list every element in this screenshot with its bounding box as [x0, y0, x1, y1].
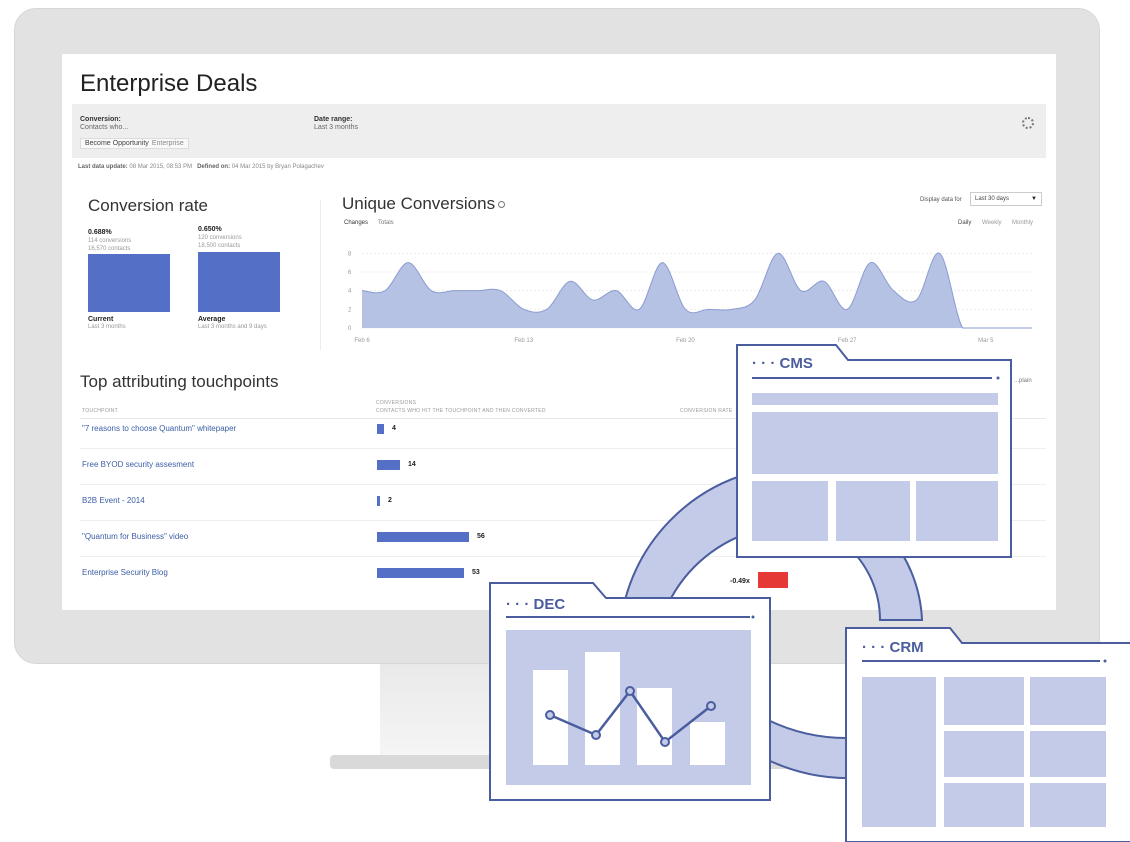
average-rate-conversions: 120 conversions: [198, 235, 242, 241]
current-rate-bar: [88, 254, 170, 312]
tab-totals[interactable]: Totals: [378, 220, 394, 226]
tab-changes[interactable]: Changes: [344, 220, 368, 226]
touchpoint-name[interactable]: "Quantum for Business" video: [82, 532, 188, 541]
touchpoint-value: 56: [477, 533, 485, 540]
page-title: Enterprise Deals: [80, 70, 258, 97]
unique-conversions-chart: 0 2 4 6 8 Feb 6 Feb 13 Feb 20 Feb 27 Mar 5: [348, 251, 1032, 344]
col-conversions-sub: CONTACTS WHO HIT THE TOUCHPOINT AND THEN…: [376, 408, 546, 414]
row-divider: [80, 556, 1046, 557]
x-tick-label: Feb 27: [838, 338, 857, 344]
last-update-label: Last data update:: [78, 164, 128, 170]
touchpoint-bar: [377, 496, 380, 506]
conversion-rate-title: Conversion rate: [88, 196, 209, 215]
y-tick-label: 0: [348, 326, 352, 332]
touchpoint-value: 14: [408, 461, 416, 468]
touchpoint-bar: [377, 460, 400, 470]
date-range-label: Date range:: [314, 116, 353, 123]
info-icon[interactable]: [498, 201, 506, 209]
defined-on-label: Defined on:: [197, 164, 231, 170]
row-divider: [80, 484, 1046, 485]
meta-line: Last data update: 08 Mar 2015, 08:53 PM …: [78, 164, 324, 170]
touchpoint-value: 2: [388, 497, 392, 504]
x-tick-label: Feb 20: [676, 338, 695, 344]
monitor-neck: [380, 664, 760, 768]
touchpoint-name[interactable]: "7 reasons to choose Quantum" whitepaper: [82, 424, 236, 433]
col-touchpoint: TOUCHPOINT: [82, 408, 118, 414]
last-update-value: 08 Mar 2015, 08:53 PM: [129, 164, 193, 170]
y-tick-label: 4: [348, 289, 352, 295]
row-divider: [80, 520, 1046, 521]
conversion-chip-sub: Enterprise: [151, 140, 184, 147]
row-divider: [80, 448, 1046, 449]
granularity-weekly[interactable]: Weekly: [982, 220, 1002, 226]
y-tick-label: 6: [348, 270, 352, 276]
conversion-sub: Contacts who...: [80, 124, 129, 131]
col-conversion-rate: CONVERSION RATE: [680, 408, 733, 414]
touchpoint-name[interactable]: Enterprise Security Blog: [82, 568, 168, 577]
date-range-value[interactable]: Last 3 months: [314, 124, 358, 131]
touchpoint-value: 53: [472, 569, 480, 576]
y-tick-label: 2: [348, 307, 352, 313]
header-rule: [80, 418, 1046, 419]
average-rate-bar: [198, 252, 280, 312]
gear-icon[interactable]: [1022, 117, 1034, 129]
section-divider: [320, 200, 321, 350]
x-tick-label: Mar 5: [978, 338, 994, 344]
granularity-daily[interactable]: Daily: [958, 220, 971, 226]
x-tick-label: Feb 6: [354, 338, 370, 344]
touchpoint-bar: [377, 532, 469, 542]
current-rate-pct: 0.688%: [88, 229, 112, 236]
unique-conversions-title: Unique Conversions: [342, 194, 506, 214]
conversion-label: Conversion:: [80, 116, 121, 123]
col-conversions: CONVERSIONS: [376, 400, 417, 406]
touchpoint-value: 4: [392, 425, 396, 432]
conversion-chip-text: Become Opportunity: [85, 140, 149, 147]
x-tick-label: Feb 13: [514, 338, 533, 344]
monitor-base: [330, 755, 810, 769]
display-range-value: Last 30 days: [975, 196, 1010, 202]
dashboard-screen: Enterprise Deals Conversion: Contacts wh…: [62, 54, 1056, 610]
average-rate-pct: 0.650%: [198, 226, 222, 233]
touchpoint-bar: [377, 424, 384, 434]
touchpoint-name[interactable]: Free BYOD security assesment: [82, 460, 194, 469]
current-rate-contacts: 16,570 contacts: [88, 246, 131, 252]
unique-conversions-title-text: Unique Conversions: [342, 194, 496, 213]
y-tick-label: 8: [348, 251, 352, 257]
touchpoints-corner-label[interactable]: ...plain: [1014, 378, 1032, 384]
defined-on-value: 04 Mar 2015 by Bryan Polagachev: [231, 164, 324, 170]
average-label: Average: [198, 316, 226, 323]
display-range-select[interactable]: Last 30 days ▼: [970, 192, 1042, 206]
stage: Enterprise Deals Conversion: Contacts wh…: [0, 0, 1130, 842]
current-label: Current: [88, 316, 114, 323]
average-label-sub: Last 3 months and 9 days: [198, 324, 267, 330]
filter-bar: Conversion: Contacts who... Become Oppor…: [72, 104, 1046, 158]
current-label-sub: Last 3 months: [88, 324, 126, 330]
touchpoint-bar: [377, 568, 464, 578]
conversion-chip[interactable]: Become Opportunity Enterprise: [80, 138, 189, 149]
touchpoints-title: Top attributing touchpoints: [80, 372, 279, 391]
granularity-monthly[interactable]: Monthly: [1012, 220, 1033, 226]
dropdown-caret-icon: ▼: [1031, 196, 1037, 202]
touchpoint-name[interactable]: B2B Event - 2014: [82, 496, 145, 505]
average-rate-contacts: 18,500 contacts: [198, 243, 241, 249]
display-data-label: Display data for: [920, 197, 962, 203]
current-rate-conversions: 114 conversions: [88, 238, 132, 244]
